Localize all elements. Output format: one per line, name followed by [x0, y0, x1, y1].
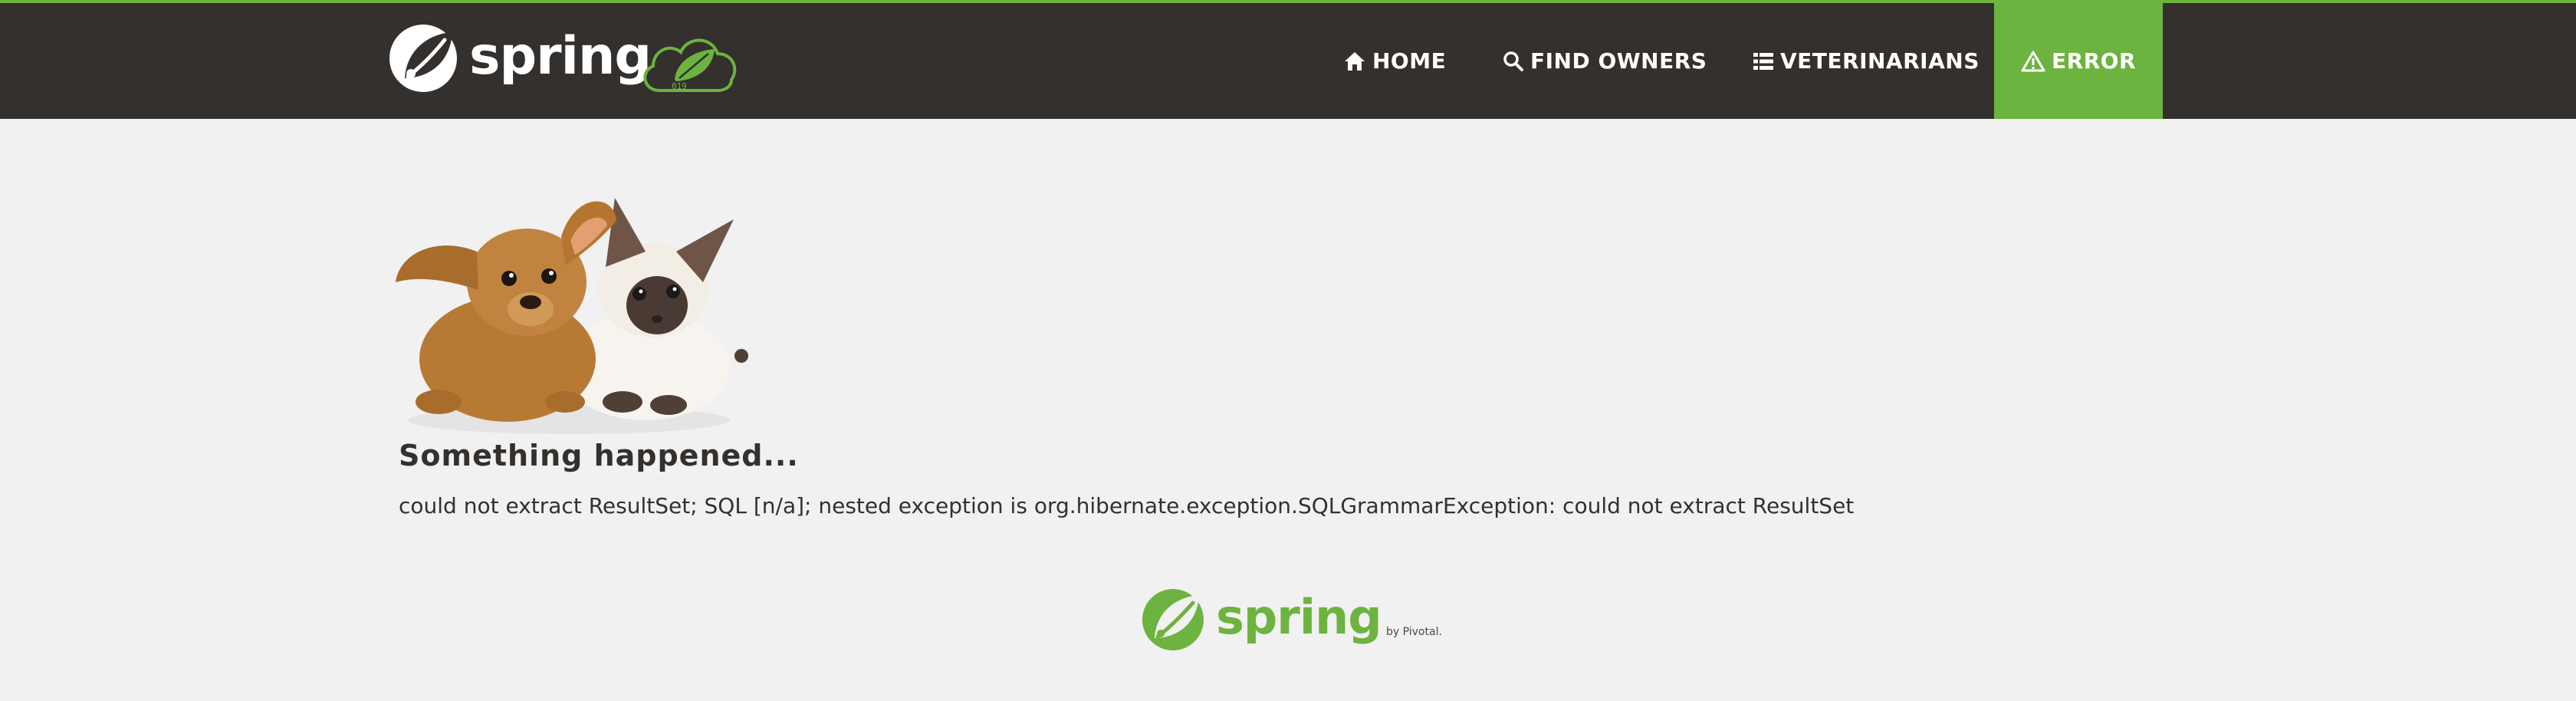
- svg-text:spring: spring: [469, 26, 651, 87]
- nav-find-owners[interactable]: FIND OWNERS: [1503, 3, 1707, 119]
- list-icon: [1753, 52, 1773, 70]
- svg-text:019: 019: [672, 81, 687, 91]
- nav-veterinarians-label: VETERINARIANS: [1780, 48, 1980, 74]
- navbar: spring 019 HOME FIND OWNERS VETERINARIAN…: [0, 3, 2576, 119]
- nav-home-label: HOME: [1372, 48, 1447, 74]
- pets-image: [396, 198, 748, 434]
- warning-icon: [2021, 51, 2045, 71]
- cloud-leaf-icon: 019: [643, 38, 737, 92]
- search-icon: [1503, 51, 1523, 71]
- nav-error[interactable]: ERROR: [1994, 3, 2163, 119]
- svg-text:by Pivotal.: by Pivotal.: [1386, 626, 1442, 638]
- nav-find-owners-label: FIND OWNERS: [1530, 48, 1707, 74]
- home-icon: [1345, 51, 1365, 71]
- nav-error-label: ERROR: [2051, 48, 2137, 74]
- svg-text:spring: spring: [1216, 589, 1382, 645]
- error-message: could not extract ResultSet; SQL [n/a]; …: [399, 493, 1855, 518]
- nav-veterinarians[interactable]: VETERINARIANS: [1753, 3, 1980, 119]
- nav-home[interactable]: HOME: [1343, 3, 1446, 119]
- spring-logo[interactable]: spring 019: [389, 20, 742, 97]
- spring-by-pivotal-logo: spring by Pivotal.: [1142, 589, 1442, 650]
- error-title: Something happened...: [399, 439, 799, 472]
